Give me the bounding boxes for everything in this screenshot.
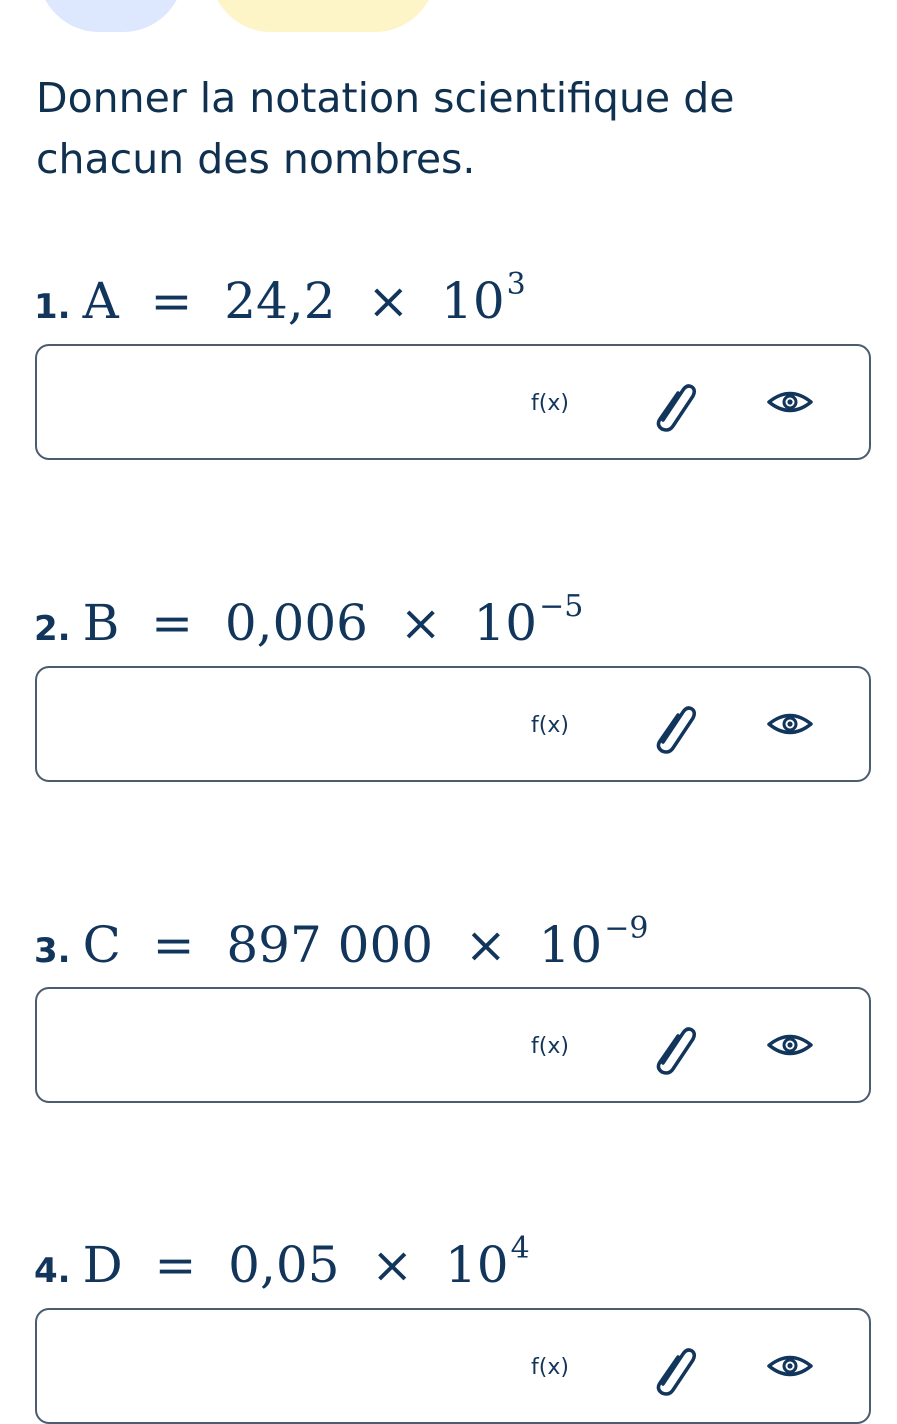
answer-box-3[interactable]: f(x) [35, 987, 871, 1103]
equals-sign: = [134, 272, 209, 330]
exponent: 4 [510, 1231, 530, 1267]
base: 10 [538, 916, 603, 974]
eye-icon [767, 713, 813, 735]
mantissa: 0,006 [224, 594, 368, 652]
exponent: 3 [506, 267, 526, 303]
formula-button[interactable]: f(x) [527, 708, 573, 742]
mantissa: 24,2 [224, 272, 336, 330]
eye-icon [767, 1355, 813, 1377]
base: 10 [445, 1236, 509, 1294]
base: 10 [441, 272, 505, 330]
eye-icon [767, 391, 813, 413]
attach-button[interactable] [649, 374, 699, 434]
variable: B [82, 594, 120, 652]
attach-button[interactable] [649, 1338, 699, 1398]
equals-sign: = [135, 594, 209, 652]
paperclip-icon [656, 384, 697, 432]
instruction-text: Donner la notation scientifique de chacu… [36, 74, 735, 183]
times-sign: × [351, 272, 426, 330]
question-number: 4. [34, 1251, 71, 1291]
question-expression: D = 0,05 × 104 [82, 1231, 530, 1294]
exponent: −5 [539, 589, 584, 625]
times-sign: × [355, 1236, 430, 1294]
question-number: 2. [34, 609, 71, 649]
question-expression: A = 24,2 × 103 [82, 267, 526, 330]
question-1: 1. A = 24,2 × 103 [34, 267, 526, 330]
base: 10 [473, 594, 538, 652]
function-icon: f(x) [531, 390, 569, 416]
question-4: 4. D = 0,05 × 104 [34, 1231, 530, 1294]
question-expression: C = 897 000 × 10−9 [82, 911, 649, 974]
mantissa: 897 000 [226, 916, 434, 974]
question-number: 3. [34, 931, 71, 971]
variable: A [82, 272, 119, 330]
preview-button[interactable] [765, 1025, 815, 1065]
question-3: 3. C = 897 000 × 10−9 [34, 911, 649, 974]
top-decoration-yellow [210, 0, 436, 32]
answer-box-1[interactable]: f(x) [35, 344, 871, 460]
variable: D [82, 1236, 123, 1294]
preview-button[interactable] [765, 382, 815, 422]
equals-sign: = [136, 916, 211, 974]
preview-button[interactable] [765, 704, 815, 744]
question-2: 2. B = 0,006 × 10−5 [34, 589, 584, 652]
answer-box-2[interactable]: f(x) [35, 666, 871, 782]
attach-button[interactable] [649, 696, 699, 756]
times-sign: × [449, 916, 523, 974]
mantissa: 0,05 [228, 1236, 340, 1294]
question-number: 1. [34, 287, 71, 327]
formula-button[interactable]: f(x) [527, 386, 573, 420]
top-decoration-blue [38, 0, 184, 32]
attach-button[interactable] [649, 1017, 699, 1077]
eye-icon [767, 1034, 813, 1056]
exponent: −9 [604, 911, 649, 947]
question-expression: B = 0,006 × 10−5 [82, 589, 584, 652]
paperclip-icon [656, 706, 697, 754]
times-sign: × [383, 594, 458, 652]
formula-button[interactable]: f(x) [527, 1350, 573, 1384]
function-icon: f(x) [531, 712, 569, 738]
variable: C [82, 916, 121, 974]
formula-button[interactable]: f(x) [527, 1029, 573, 1063]
function-icon: f(x) [531, 1033, 569, 1059]
answer-box-4[interactable]: f(x) [35, 1308, 871, 1424]
equals-sign: = [138, 1236, 213, 1294]
preview-button[interactable] [765, 1346, 815, 1386]
paperclip-icon [656, 1027, 697, 1075]
paperclip-icon [656, 1348, 697, 1396]
function-icon: f(x) [531, 1354, 569, 1380]
